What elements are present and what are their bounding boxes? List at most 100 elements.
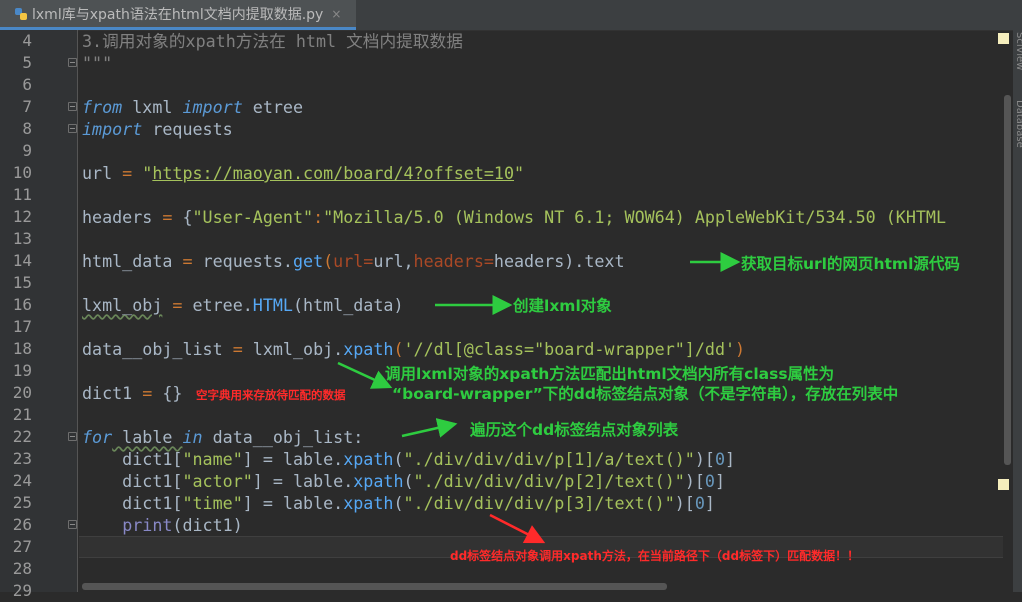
line-number: 16 bbox=[12, 295, 32, 314]
code-comment: 3.调用对象的xpath方法在 html 文档内提取数据 bbox=[82, 31, 463, 51]
database-label[interactable]: Database bbox=[1014, 100, 1022, 148]
string-literal: "./div/div/div/p[3]/text()" bbox=[403, 493, 675, 513]
code-line-14[interactable]: html_data = requests.get(url=url,headers… bbox=[82, 250, 625, 272]
code-line-16[interactable]: lxml_obj = etree.HTML(html_data) bbox=[82, 294, 404, 316]
fold-marker-icon[interactable] bbox=[68, 432, 77, 441]
string-literal: "./div/div/div/p[2]/text()" bbox=[413, 471, 685, 491]
code-text: )[ bbox=[694, 449, 715, 469]
paren: ( bbox=[323, 251, 334, 271]
line-number: 14 bbox=[12, 251, 32, 270]
line-number: 4 bbox=[22, 31, 32, 50]
operator: : bbox=[313, 207, 324, 227]
code-line-12[interactable]: headers = {"User-Agent":"Mozilla/5.0 (Wi… bbox=[82, 206, 946, 228]
annotation-xpath-line1: 调用lxml对象的xpath方法匹配出html文档内所有class属性为 bbox=[385, 365, 835, 383]
line-number: 8 bbox=[22, 119, 32, 138]
horizontal-scrollbar[interactable] bbox=[82, 583, 667, 590]
object-ref: lxml_obj. bbox=[252, 339, 344, 359]
code-text: dict1[ bbox=[82, 449, 183, 469]
line-number: 6 bbox=[22, 75, 32, 94]
number-literal: 0 bbox=[704, 471, 715, 491]
code-text: ] = lable. bbox=[252, 471, 354, 491]
code-line-10[interactable]: url = "https://maoyan.com/board/4?offset… bbox=[82, 162, 524, 184]
tab-title: lxml库与xpath语法在html文档内提取数据.py bbox=[32, 6, 324, 23]
object-ref: etree. bbox=[192, 295, 253, 315]
line-number: 20 bbox=[12, 383, 32, 402]
string-quote: " bbox=[142, 163, 153, 183]
paren: ) bbox=[735, 339, 746, 359]
line-number: 13 bbox=[12, 229, 32, 248]
variable: data__obj_list bbox=[82, 339, 223, 359]
string-literal: '//dl[@class="board-wrapper"]/dd' bbox=[403, 339, 736, 359]
line-number: 21 bbox=[12, 405, 32, 424]
inspection-marker-icon[interactable] bbox=[998, 479, 1009, 490]
object-ref: requests. bbox=[202, 251, 293, 271]
line-gutter: 4 5 6 7 8 9 10 11 12 13 14 15 16 17 18 1… bbox=[0, 30, 78, 600]
line-number: 26 bbox=[12, 515, 32, 534]
variable: lxml_obj bbox=[82, 295, 163, 315]
close-icon[interactable]: × bbox=[331, 7, 341, 21]
code-text: )[ bbox=[674, 493, 695, 513]
brace: { bbox=[182, 207, 193, 227]
line-number: 5 bbox=[22, 53, 32, 72]
code-text: ] bbox=[714, 471, 725, 491]
number-literal: 0 bbox=[714, 449, 725, 469]
line-number: 15 bbox=[12, 273, 32, 292]
string-literal: "time" bbox=[182, 493, 243, 513]
code-line-23[interactable]: dict1["name"] = lable.xpath("./div/div/d… bbox=[82, 448, 735, 470]
line-number: 27 bbox=[12, 537, 32, 556]
fold-marker-icon[interactable] bbox=[68, 58, 77, 67]
fold-marker-icon[interactable] bbox=[68, 520, 77, 529]
string-quote: " bbox=[514, 163, 525, 183]
operator: = bbox=[222, 339, 253, 359]
keyword: for bbox=[82, 427, 113, 447]
line-number: 10 bbox=[12, 163, 32, 182]
line-number: 23 bbox=[12, 449, 32, 468]
annotation-empty-dict: 空字典用来存放待匹配的数据 bbox=[196, 388, 346, 402]
code-line-24[interactable]: dict1["actor"] = lable.xpath("./div/div/… bbox=[82, 470, 725, 492]
code-line-20[interactable]: dict1 = {} bbox=[82, 382, 182, 404]
function-name: xpath bbox=[353, 471, 404, 491]
call-args: (dict1) bbox=[172, 515, 243, 535]
code-line-25[interactable]: dict1["time"] = lable.xpath("./div/div/d… bbox=[82, 492, 715, 514]
code-line-18[interactable]: data__obj_list = lxml_obj.xpath('//dl[@c… bbox=[82, 338, 745, 360]
line-number: 28 bbox=[12, 559, 32, 578]
sciview-label[interactable]: SciView bbox=[1014, 32, 1022, 70]
code-line-26[interactable]: print(dict1) bbox=[82, 514, 243, 536]
string-literal: "./div/div/div/p[1]/a/text()" bbox=[403, 449, 695, 469]
code-line-8[interactable]: import requests bbox=[82, 118, 233, 140]
url-link[interactable]: https://maoyan.com/board/4?offset=10 bbox=[152, 163, 514, 183]
paren: ( bbox=[403, 471, 414, 491]
paren: ( bbox=[393, 449, 404, 469]
arg-value: headers).text bbox=[493, 251, 625, 271]
code-docstring: """ bbox=[82, 53, 113, 73]
line-number: 7 bbox=[22, 97, 32, 116]
editor-tab-bar: lxml库与xpath语法在html文档内提取数据.py × bbox=[0, 0, 1022, 31]
variable: url bbox=[82, 163, 113, 183]
fold-marker-icon[interactable] bbox=[68, 102, 77, 111]
annotation-get-html: 获取目标url的网页html源代码 bbox=[741, 255, 960, 273]
inspection-marker-icon[interactable] bbox=[998, 33, 1009, 44]
string-literal: "Mozilla/5.0 (Windows NT 6.1; WOW64) App… bbox=[323, 207, 947, 227]
code-line-7[interactable]: from lxml import etree bbox=[82, 96, 303, 118]
operator: = bbox=[172, 251, 203, 271]
line-number: 18 bbox=[12, 339, 32, 358]
function-name: xpath bbox=[343, 449, 394, 469]
operator: = bbox=[152, 207, 183, 227]
code-text: ] = lable. bbox=[242, 449, 344, 469]
annotation-dd-xpath: dd标签结点对象调用xpath方法，在当前路径下（dd标签下）匹配数据！！ bbox=[450, 549, 860, 563]
code-line-4[interactable]: 3.调用对象的xpath方法在 html 文档内提取数据 bbox=[82, 30, 463, 52]
variable: html_data bbox=[82, 251, 173, 271]
line-number: 12 bbox=[12, 207, 32, 226]
code-text: )[ bbox=[684, 471, 705, 491]
fold-marker-icon[interactable] bbox=[68, 124, 77, 133]
dict-literal: {} bbox=[162, 383, 183, 403]
code-text: ] = lable. bbox=[242, 493, 344, 513]
editor-tab[interactable]: lxml库与xpath语法在html文档内提取数据.py × bbox=[0, 0, 356, 30]
vertical-scrollbar[interactable] bbox=[1004, 95, 1011, 465]
keyword-arg: headers= bbox=[413, 251, 494, 271]
code-line-5[interactable]: """ bbox=[82, 52, 112, 74]
loop-iterable: data__obj_list: bbox=[202, 427, 364, 447]
line-number: 19 bbox=[12, 361, 32, 380]
code-line-22[interactable]: for lable in data__obj_list: bbox=[82, 426, 363, 448]
